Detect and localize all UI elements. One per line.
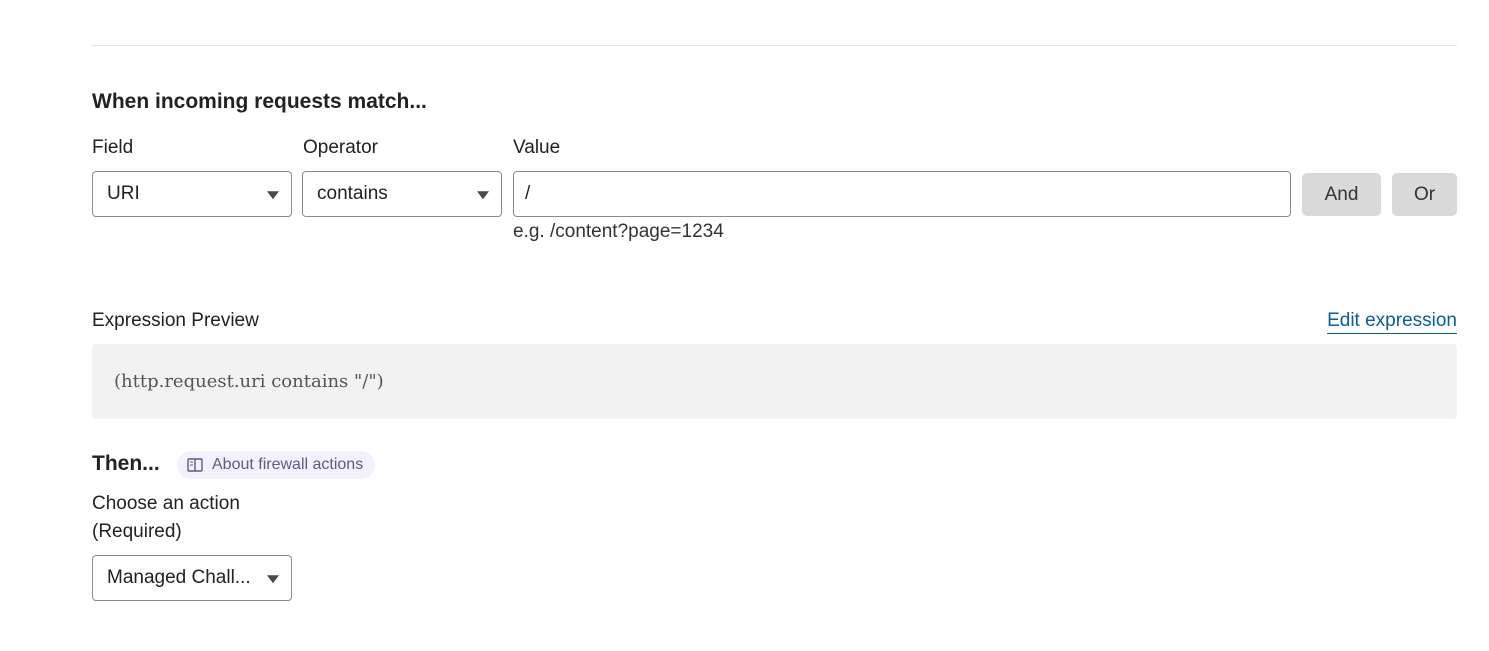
then-heading: Then... [92,452,160,475]
expression-preview-label: Expression Preview [92,310,259,331]
about-firewall-actions-link[interactable]: About firewall actions [177,451,376,479]
field-select-value: URI [107,183,140,204]
or-button[interactable]: Or [1392,173,1457,216]
field-label: Field [92,137,134,158]
required-note: (Required) [92,521,182,542]
action-select[interactable]: Managed Chall... [92,555,292,601]
caret-down-icon [477,191,489,200]
operator-select[interactable]: contains [302,171,502,217]
caret-down-icon [267,191,279,200]
section-divider [92,45,1457,46]
value-hint: e.g. /content?page=1234 [513,221,724,242]
field-select[interactable]: URI [92,171,292,217]
match-heading: When incoming requests match... [92,90,427,113]
and-button[interactable]: And [1302,173,1381,216]
edit-expression-link[interactable]: Edit expression [1327,310,1457,334]
operator-select-value: contains [317,183,388,204]
firewall-rule-editor: When incoming requests match... Field Op… [0,0,1489,651]
operator-label: Operator [303,137,378,158]
expression-preview-box: (http.request.uri contains "/") [92,344,1457,419]
choose-action-text: Choose an action [92,493,240,514]
action-select-value: Managed Chall... [107,567,251,588]
book-icon [187,458,203,472]
value-input[interactable] [513,171,1291,217]
choose-action-label: Choose an action (Required) [92,490,240,546]
value-label: Value [513,137,561,158]
about-link-label: About firewall actions [212,456,364,473]
caret-down-icon [267,575,279,584]
expression-text: (http.request.uri contains "/") [114,371,384,392]
